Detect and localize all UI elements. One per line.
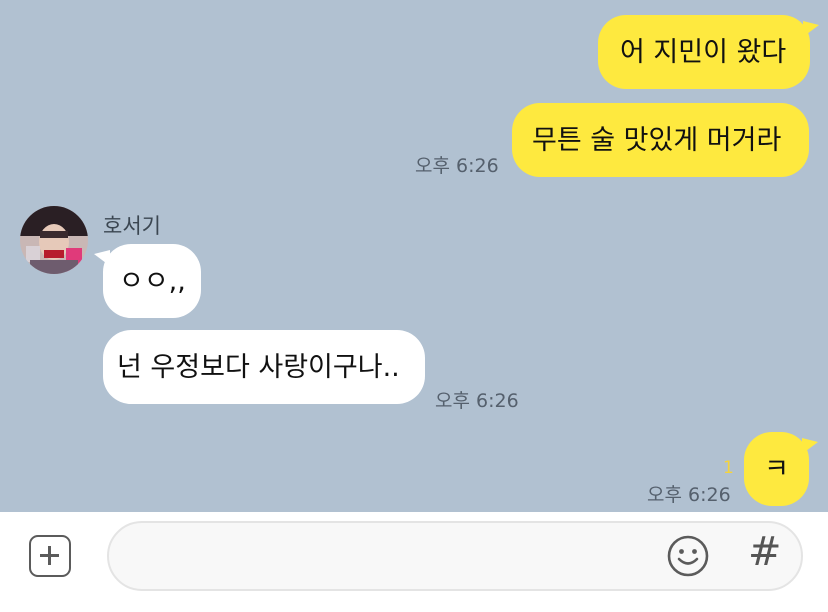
- unread-count: 1: [723, 458, 734, 478]
- message-timestamp: 오후 6:26: [647, 484, 731, 506]
- message-text: 어 지민이 왔다: [620, 36, 787, 68]
- chat-area[interactable]: 어 지민이 왔다 무튼 술 맛있게 머거라 오후 6:26 호서기 ㅇㅇ,, 넌…: [0, 0, 828, 512]
- my-message-bubble[interactable]: ㅋ: [744, 432, 818, 506]
- plus-square-icon[interactable]: [29, 535, 71, 577]
- message-text: ㅋ: [764, 453, 789, 485]
- hash-icon[interactable]: #: [748, 532, 782, 572]
- smiley-icon[interactable]: [666, 534, 710, 578]
- avatar[interactable]: [20, 206, 88, 274]
- my-message-bubble[interactable]: 어 지민이 왔다: [598, 15, 819, 89]
- their-message-bubble[interactable]: ㅇㅇ,,: [94, 244, 201, 318]
- my-message-bubble[interactable]: 무튼 술 맛있게 머거라: [512, 103, 809, 177]
- message-timestamp: 오후 6:26: [415, 155, 499, 177]
- message-timestamp: 오후 6:26: [435, 390, 519, 412]
- avatar-image: [20, 206, 88, 274]
- sender-name: 호서기: [103, 214, 161, 238]
- message-text: ㅇㅇ,,: [119, 265, 186, 297]
- their-message-bubble[interactable]: 넌 우정보다 사랑이구나..: [103, 330, 425, 404]
- message-text: 넌 우정보다 사랑이구나..: [117, 351, 400, 383]
- message-text: 무튼 술 맛있게 머거라: [532, 124, 782, 156]
